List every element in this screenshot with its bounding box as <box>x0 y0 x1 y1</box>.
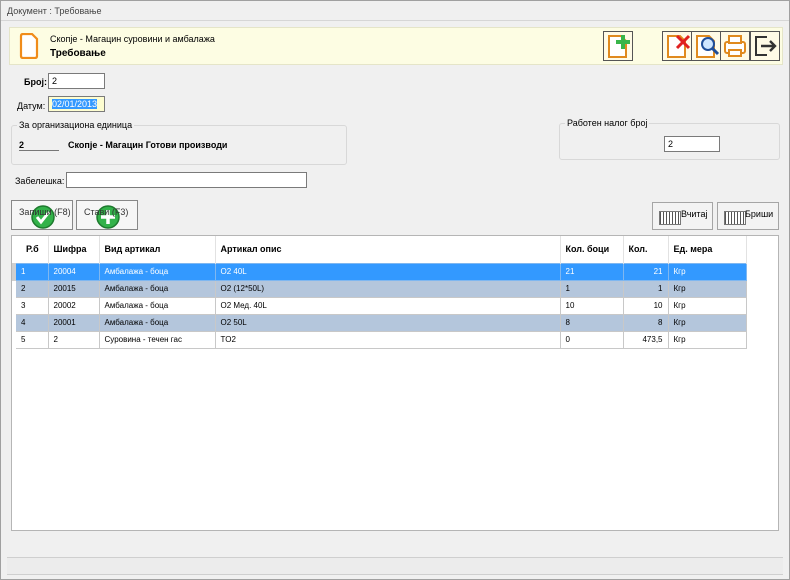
article-type-cell: Амбалажа - боца <box>98 262 216 281</box>
table-row[interactable]: 2 20015 Амбалажа - боца O2 (12*50L) 1 1 … <box>12 279 747 298</box>
bottle-qty-cell: 21 <box>559 262 624 281</box>
column-header[interactable]: Р.б <box>14 236 49 263</box>
column-header[interactable]: Кол. <box>623 236 669 263</box>
add-item-button-label: Стави (F3) <box>84 207 129 217</box>
date-field[interactable]: 02/01/2013 <box>48 96 105 112</box>
row-number-cell: 1 <box>12 262 49 281</box>
unit-cell: Кгр <box>667 296 747 315</box>
article-description-cell: TO2 <box>214 330 561 349</box>
table-row[interactable]: 4 20001 Амбалажа - боца O2 50L 8 8 Кгр <box>12 313 747 332</box>
code-cell: 20004 <box>47 262 100 281</box>
unit-cell: Кгр <box>667 279 747 298</box>
window-title: Документ : Требовање <box>7 6 102 16</box>
work-order-group: Работен налог број 2 <box>559 118 780 160</box>
bottle-qty-cell: 10 <box>559 296 624 315</box>
column-header[interactable]: Ед. мера <box>668 236 747 263</box>
delete-document-icon <box>667 34 691 58</box>
article-description-cell: O2 (12*50L) <box>214 279 561 298</box>
row-number-cell: 2 <box>12 279 49 298</box>
article-description-cell: O2 50L <box>214 313 561 332</box>
preview-button[interactable] <box>691 31 721 61</box>
table-row[interactable]: 3 20002 Амбалажа - боца O2 Мед. 40L 10 1… <box>12 296 747 315</box>
row-number-cell: 4 <box>12 313 49 332</box>
table-row[interactable]: 1 20004 Амбалажа - боца O2 40L 21 21 Кгр <box>12 262 747 281</box>
exit-button[interactable] <box>750 31 780 61</box>
status-bar <box>7 557 783 575</box>
article-description-cell: O2 40L <box>214 262 561 281</box>
code-cell: 20002 <box>47 296 100 315</box>
window-titlebar: Документ : Требовање <box>1 1 789 21</box>
org-unit-group: За организациона единица 2 Скопје - Мага… <box>11 120 347 165</box>
article-type-cell: Амбалажа - боца <box>98 313 216 332</box>
add-item-button[interactable]: Стави (F3) <box>76 200 138 230</box>
document-icon <box>19 33 39 59</box>
qty-cell: 1 <box>622 279 669 298</box>
column-header[interactable]: Кол. боци <box>560 236 624 263</box>
date-label: Датум: <box>17 101 46 111</box>
code-cell: 2 <box>47 330 100 349</box>
qty-cell: 473,5 <box>622 330 669 349</box>
header-title: Требовање <box>50 48 106 59</box>
items-table: Р.б Шифра Вид артикал Артикал опис Кол. … <box>12 236 747 349</box>
items-grid: Р.б Шифра Вид артикал Артикал опис Кол. … <box>11 235 779 531</box>
exit-icon <box>755 36 777 56</box>
barcode-icon <box>659 211 681 225</box>
row-number-cell: 3 <box>12 296 49 315</box>
delete-button-label: Бриши <box>745 209 774 219</box>
work-order-field[interactable]: 2 <box>664 136 720 152</box>
load-button[interactable]: Вчитај <box>652 202 713 230</box>
requisition-window: Документ : Требовање Скопје - Магацин су… <box>0 0 790 580</box>
new-document-icon <box>608 35 630 58</box>
work-order-title: Работен налог број <box>565 118 650 128</box>
note-label: Забелешка: <box>15 176 65 186</box>
table-header-row: Р.б Шифра Вид артикал Артикал опис Кол. … <box>14 236 747 263</box>
load-button-label: Вчитај <box>681 209 708 219</box>
unit-cell: Кгр <box>667 330 747 349</box>
qty-cell: 21 <box>622 262 669 281</box>
article-type-cell: Амбалажа - боца <box>98 279 216 298</box>
column-header[interactable]: Артикал опис <box>215 236 561 263</box>
header-subtitle: Скопје - Магацин суровини и амбалажа <box>50 34 215 44</box>
org-unit-name: Скопје - Магацин Готови производи <box>68 140 228 150</box>
save-button[interactable]: Запиши (F8) <box>11 200 73 230</box>
unit-cell: Кгр <box>667 313 747 332</box>
code-cell: 20015 <box>47 279 100 298</box>
date-value: 02/01/2013 <box>52 99 98 109</box>
row-number-cell: 5 <box>12 330 49 349</box>
preview-icon <box>696 35 720 58</box>
table-row[interactable]: 5 2 Суровина - течен гас TO2 0 473,5 Кгр <box>12 330 747 349</box>
qty-cell: 10 <box>622 296 669 315</box>
column-header[interactable]: Шифра <box>48 236 100 263</box>
qty-cell: 8 <box>622 313 669 332</box>
bottle-qty-cell: 0 <box>559 330 624 349</box>
delete-document-button[interactable] <box>662 31 692 61</box>
column-header[interactable]: Вид артикал <box>99 236 216 263</box>
note-field[interactable] <box>66 172 307 188</box>
save-button-label: Запиши (F8) <box>19 207 71 217</box>
article-description-cell: O2 Мед. 40L <box>214 296 561 315</box>
org-unit-code[interactable]: 2 <box>19 140 59 151</box>
number-field[interactable]: 2 <box>48 73 105 89</box>
code-cell: 20001 <box>47 313 100 332</box>
print-button[interactable] <box>720 31 750 61</box>
bottle-qty-cell: 1 <box>559 279 624 298</box>
unit-cell: Кгр <box>667 262 747 281</box>
org-unit-title: За организациона единица <box>17 120 135 130</box>
delete-button[interactable]: Бриши <box>717 202 779 230</box>
print-icon <box>724 35 746 57</box>
article-type-cell: Амбалажа - боца <box>98 296 216 315</box>
number-label: Број: <box>24 77 47 87</box>
article-type-cell: Суровина - течен гас <box>98 330 216 349</box>
barcode-icon <box>724 211 746 225</box>
bottle-qty-cell: 8 <box>559 313 624 332</box>
new-document-button[interactable] <box>603 31 633 61</box>
